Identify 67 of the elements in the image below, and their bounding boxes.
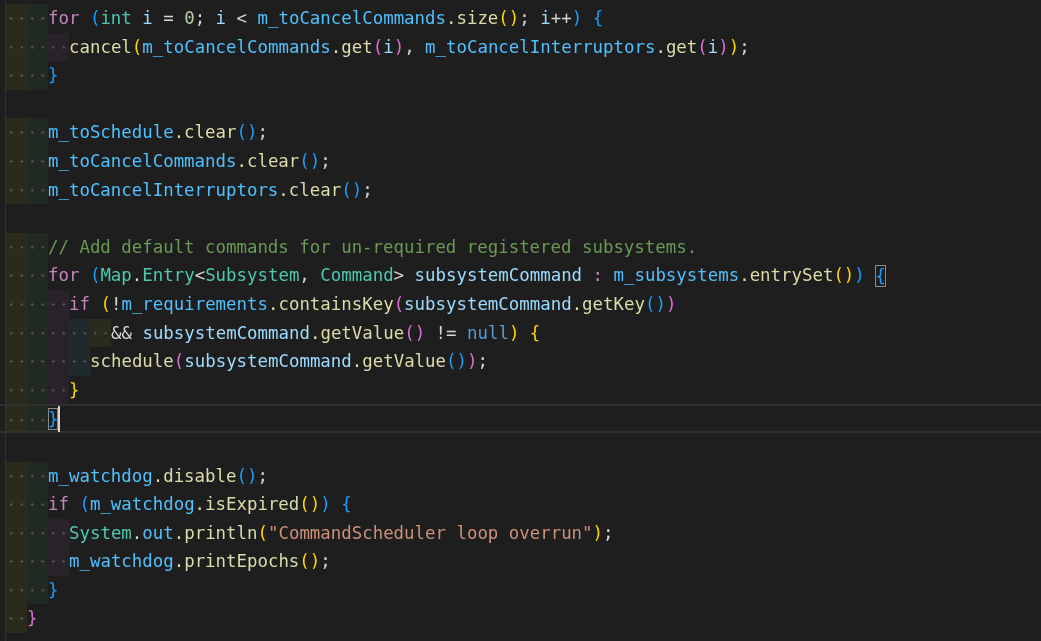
indent-band: [6, 406, 27, 431]
code-line: if (m_watchdog.isExpired()) {: [48, 493, 352, 517]
indent-band: [6, 4, 27, 33]
editor-line[interactable]: && subsystemCommand.getValue() != null) {: [0, 318, 1041, 348]
editor-line[interactable]: System.out.println("CommandScheduler loop overrun");: [0, 518, 1041, 548]
code-line: for (Map.Entry<Subsystem, Command> subsystemCommand : m_subsystems.entrySet()): [48, 264, 866, 288]
code-editor[interactable]: [0, 0, 1041, 641]
code-line: // Add default commands for un-required registered subsystems.: [48, 235, 698, 259]
editor-line[interactable]: }: [0, 404, 1041, 433]
editor-line[interactable]: }: [0, 61, 1041, 90]
matched-bracket: {: [875, 264, 886, 287]
indent-band: [48, 547, 69, 576]
indent-band: [27, 118, 48, 147]
indent-band: [27, 4, 48, 33]
editor-line[interactable]: // Add default commands for un-required registered subsystems.: [0, 232, 1041, 262]
editor-line[interactable]: m_toSchedule.clear();: [0, 118, 1041, 147]
indent-band: [6, 604, 27, 634]
code-line: m_watchdog.printEpochs();: [69, 550, 331, 574]
indent-band: [90, 318, 111, 348]
code-line: && subsystemCommand.getValue() != null) {: [111, 321, 541, 345]
editor-line[interactable]: if (m_watchdog.isExpired()) {: [0, 490, 1041, 519]
indent-band: [27, 406, 48, 431]
indent-band: [27, 375, 48, 405]
code-line: }: [27, 607, 38, 631]
editor-line[interactable]: m_watchdog.printEpochs();: [0, 547, 1041, 576]
editor-line[interactable]: m_toCancelCommands.clear();: [0, 146, 1041, 176]
code-line: m_toCancelInterruptors.clear();: [48, 178, 373, 202]
code-line: for (int i = 0; i < m_toCancelCommands.size(); i++) {: [48, 7, 604, 30]
code-line: }: [48, 64, 59, 88]
editor-line[interactable]: for (int i = 0; i < m_toCancelCommands.size(); i++) {: [0, 4, 1041, 33]
editor-line[interactable]: for (Map.Entry<Subsystem, Command> subsystemCommand : m_subsystems.entrySet()) {: [0, 261, 1041, 290]
indent-band: [6, 175, 27, 205]
code-line: m_toCancelCommands.clear();: [48, 149, 331, 173]
code-line: }: [48, 578, 59, 602]
indent-band: [6, 232, 27, 262]
code-line: }: [69, 378, 80, 402]
indent-band: [6, 461, 27, 491]
code-line: m_toSchedule.clear();: [48, 121, 268, 145]
editor-line[interactable]: }: [0, 604, 1041, 634]
editor-line[interactable]: m_toCancelInterruptors.clear();: [0, 175, 1041, 205]
indent-band: [48, 289, 69, 319]
code-line: System.out.println("CommandScheduler loop overrun");: [69, 521, 614, 545]
indent-band: [6, 61, 27, 90]
indent-band: [69, 318, 90, 348]
indent-band: [27, 575, 48, 605]
indent-band: [27, 461, 48, 491]
indent-band: [48, 518, 69, 548]
editor-line[interactable]: cancel(m_toCancelCommands.get(i), m_toCancelInterruptors.get(i));: [0, 32, 1041, 62]
editor-line[interactable]: }: [0, 575, 1041, 605]
indent-band: [48, 375, 69, 405]
editor-line[interactable]: if (!m_requirements.containsKey(subsystemCommand.getKey()): [0, 289, 1041, 319]
code-line: if (!m_requirements.containsKey(subsystemCommand.getKey()): [69, 292, 677, 316]
indent-band: [69, 347, 90, 376]
editor-line[interactable]: }: [0, 375, 1041, 405]
indent-band: [27, 61, 48, 90]
code-line: schedule(subsystemCommand.getValue());: [90, 350, 488, 374]
text-cursor: [58, 405, 61, 432]
indent-band: [6, 375, 27, 405]
code-line: cancel(m_toCancelCommands.get(i), m_toCancelInterruptors.get(i));: [69, 35, 750, 59]
indent-band: [27, 232, 48, 262]
matched-bracket: }: [48, 407, 59, 430]
indent-band: [27, 175, 48, 205]
code-line: m_watchdog.disable();: [48, 464, 268, 488]
indent-band: [48, 32, 69, 62]
editor-line[interactable]: m_watchdog.disable();: [0, 461, 1041, 491]
indent-band: [6, 118, 27, 147]
editor-line[interactable]: schedule(subsystemCommand.getValue());: [0, 347, 1041, 376]
